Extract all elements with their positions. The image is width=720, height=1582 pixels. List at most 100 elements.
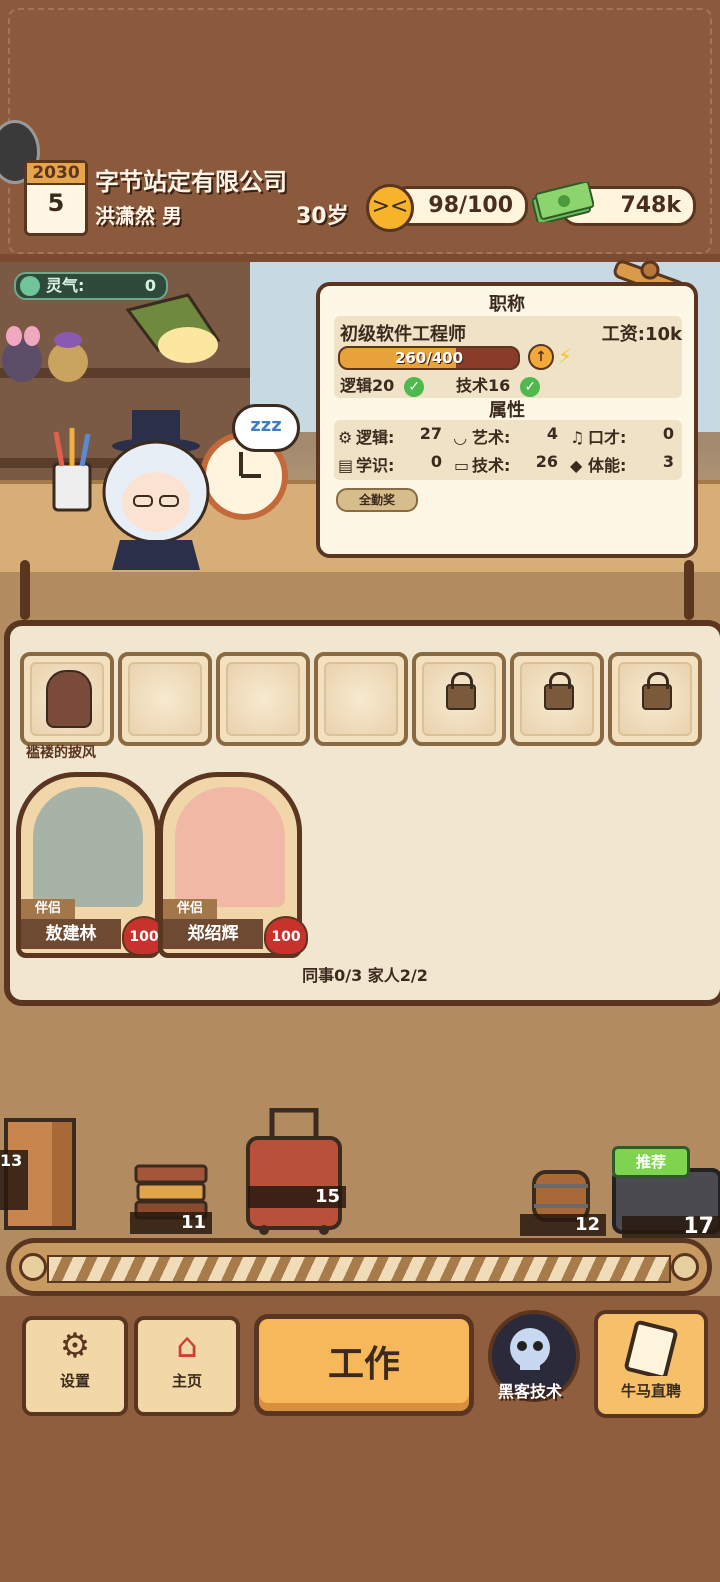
attr-stamina: ◆ 体能: 3 [570,452,680,476]
item-slot-1-label: 褴褛的披风 [26,745,96,761]
lock-icon [544,672,574,710]
settings-button[interactable]: ⚙ 设置 [22,1316,128,1416]
mood-face-icon: >< [366,184,414,232]
player-name: 洪潇然 男 [95,204,182,228]
house-icon: ⌂ [176,1326,198,1366]
affection-value: 100 [129,929,159,945]
item-slot-3[interactable] [216,652,310,746]
attributes-box: ⚙ 逻辑: 27 ◡ 艺术: 4 ♫ 口才: 0 ▤ 学识: 0 ▭ 技术: 26 ◆ 体能: 3 [334,420,682,480]
attr-heading: 属性 [489,400,525,421]
lock-icon [446,672,476,710]
attr-label: 技术: [472,456,511,475]
hanger-left [20,560,30,620]
job-info-card: 职称 初级软件工程师 工资:10k 260/400 ↑ ⚡ 逻辑20 ✓ 技术16… [316,282,698,558]
roller-right [671,1253,699,1281]
desk-lamp [125,293,221,363]
gear-icon: ⚙ [338,428,353,447]
attr-logic: ⚙ 逻辑: 27 [338,424,448,448]
price-barrel: 12 [520,1214,606,1236]
attr-tech: ▭ 技术: 26 [454,452,564,476]
req-logic: 逻辑20 ✓ [340,372,425,397]
item-slot-2[interactable] [118,652,212,746]
price-suitcase: 15 [248,1186,346,1208]
hire-label: 牛马直聘 [620,1382,681,1400]
job-title: 初级软件工程师 [340,324,466,345]
roller-left [19,1253,47,1281]
mate-tag: 伴侣 [163,899,217,919]
check-icon: ✓ [404,376,425,397]
req-tech: 技术16 ✓ [456,372,541,397]
player-age: 30岁 [296,204,349,229]
affection-heart-icon: 100 [264,916,308,956]
lips-icon: ◡ [454,428,467,447]
price-books: 11 [130,1212,212,1234]
attr-label: 体能: [588,456,627,475]
company-name: 字节站定有限公司 [95,168,287,196]
hanger-right [684,560,694,620]
affection-value: 100 [271,929,301,945]
attr-value: 26 [535,452,558,471]
attr-knowledge: ▤ 学识: 0 [338,452,448,476]
attr-eloquence: ♫ 口才: 0 [570,424,680,448]
promote-up-icon[interactable]: ↑ [528,344,554,370]
calendar: 2030 5 [24,160,88,236]
aura-icon [20,276,40,296]
plush-toys [2,326,88,382]
attendance-badge[interactable]: 全勤奖 [336,488,418,512]
recommend-badge: 推荐 [612,1146,690,1178]
progress-text: 260/400 [394,349,464,367]
inventory-panel: 褴褛的披风 伴侣 敖建林 100 伴侣 郑绍辉 100 同事0/3 家人2/2 [4,620,720,1006]
aura-value: 0 [144,276,156,295]
hack-tech-label: 黑客技术 [497,1382,562,1401]
mate-portrait [175,787,285,907]
mate-name: 郑绍辉 [163,919,263,949]
settings-label: 设置 [59,1372,90,1390]
attr-label: 学识: [356,456,395,475]
music-note-icon: ♫ [570,428,585,447]
cloak-icon [46,670,92,728]
item-slot-4[interactable] [314,652,408,746]
item-slot-6[interactable] [510,652,604,746]
gear-icon: ⚙ [59,1326,91,1366]
req-tech-text: 技术16 [456,376,511,395]
attr-art: ◡ 艺术: 4 [454,424,564,448]
item-slot-5[interactable] [412,652,506,746]
req-logic-text: 逻辑20 [340,376,395,395]
attr-label: 口才: [588,428,627,447]
job-heading: 职称 [489,294,525,315]
book-icon: ▤ [338,456,354,475]
clipboard-icon [624,1320,678,1380]
attr-value: 27 [419,424,442,443]
check-icon: ✓ [520,376,541,397]
home-button[interactable]: ⌂ 主页 [134,1316,240,1416]
mate-portrait [33,787,143,907]
price-door: 13 [0,1150,28,1210]
item-slot-1[interactable] [20,652,114,746]
player-character[interactable] [90,410,230,570]
aura-label: 灵气: [46,276,85,295]
monitor-icon: ▭ [454,456,470,475]
cash-stack-icon [532,182,594,222]
attr-value: 0 [662,424,674,443]
suitcase-item[interactable] [244,1108,344,1236]
attr-value: 3 [662,452,674,471]
item-slot-7[interactable] [608,652,702,746]
mate-name: 敖建林 [21,919,121,949]
attr-label: 艺术: [472,428,511,447]
attr-value: 0 [430,452,442,471]
hire-button[interactable]: 牛马直聘 [594,1310,708,1418]
money-value: 748k [620,193,681,218]
recommend-text: 推荐 [635,1153,666,1171]
lightning-icon: ⚡ [558,344,573,368]
home-label: 主页 [171,1372,202,1390]
price-chest: 17 [622,1216,720,1238]
lock-icon [642,672,672,710]
promotion-progress-bar: 260/400 [338,346,520,370]
mood-value: 98/100 [428,193,513,218]
aura-meter: 灵气: 0 [14,272,168,300]
sleep-bubble: zzz [232,404,300,452]
belt-stripes [47,1255,671,1283]
attr-label: 逻辑: [356,428,395,447]
calendar-day: 5 [47,189,65,217]
work-button[interactable]: 工作 [254,1314,474,1416]
